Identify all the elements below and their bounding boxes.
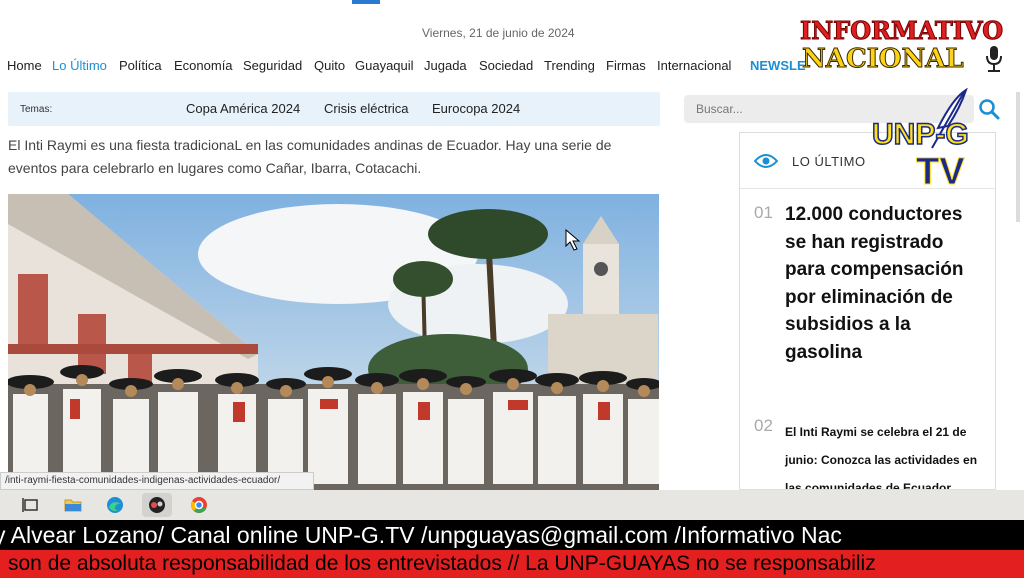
chrome-browser-button[interactable] [184, 493, 214, 517]
news-ticker-credits: y Alvear Lozano/ Canal online UNP-G.TV /… [0, 520, 1024, 550]
unp-logo-line-2: TV [916, 151, 965, 188]
unp-logo-line-1: UNP-G [872, 118, 969, 151]
latest-item-headline[interactable]: El Inti Raymi se celebra el 21 de junio:… [785, 418, 985, 489]
nav-item-home[interactable]: Home [7, 58, 42, 73]
nav-item-sociedad[interactable]: Sociedad [479, 58, 533, 73]
nav-item-trending[interactable]: Trending [544, 58, 595, 73]
informativo-nacional-logo: INFORMATIVO NACIONAL [799, 14, 1005, 78]
nav-item-seguridad[interactable]: Seguridad [243, 58, 302, 73]
nav-item-politica[interactable]: Política [119, 58, 162, 73]
topic-copa-america[interactable]: Copa América 2024 [186, 101, 300, 116]
edge-browser-button[interactable] [100, 493, 130, 517]
nav-item-internacional[interactable]: Internacional [657, 58, 731, 73]
browser-page: Viernes, 21 de junio de 2024 INFORMATIVO… [0, 0, 1024, 490]
edge-icon [107, 497, 123, 513]
article-photo[interactable] [8, 194, 659, 490]
nav-item-newsletter[interactable]: NEWSLE [750, 58, 806, 73]
unp-g-tv-logo: UNP-G TV [871, 88, 969, 188]
nav-item-firmas[interactable]: Firmas [606, 58, 646, 73]
latest-item-number: 01 [754, 203, 773, 222]
topic-crisis-electrica[interactable]: Crisis eléctrica [324, 101, 409, 116]
top-accent-bar [352, 0, 380, 4]
topics-label: Temas: [20, 104, 53, 115]
nav-item-lo-ultimo[interactable]: Lo Último [52, 58, 107, 73]
nav-item-quito[interactable]: Quito [314, 58, 345, 73]
task-view-icon [22, 498, 38, 512]
search-placeholder: Buscar... [696, 102, 743, 116]
nav-item-jugada[interactable]: Jugada [424, 58, 467, 73]
brand-line-1: INFORMATIVO [799, 16, 1004, 46]
brand-line-2: NACIONAL [802, 44, 965, 75]
nav-item-guayaquil[interactable]: Guayaquil [355, 58, 414, 73]
topics-bar: Temas: Copa América 2024 Crisis eléctric… [8, 92, 660, 126]
latest-item-headline[interactable]: 12.000 conductores se han registrado par… [785, 201, 985, 366]
status-bar-link: /inti-raymi-fiesta-comunidades-indigenas… [0, 472, 314, 490]
app-button[interactable] [142, 493, 172, 517]
scrollbar[interactable] [1016, 92, 1020, 222]
eye-icon [754, 154, 778, 168]
article-lede: El Inti Raymi es una fiesta tradicionaL … [8, 137, 612, 176]
header-date: Viernes, 21 de junio de 2024 [422, 26, 575, 40]
file-explorer-icon [64, 499, 82, 512]
chrome-icon [191, 497, 207, 513]
microphone-icon [986, 46, 1002, 72]
ticker-credits-text: y Alvear Lozano/ Canal online UNP-G.TV /… [0, 522, 842, 548]
main-nav: Home Lo Último Política Economía Segurid… [0, 58, 820, 78]
nav-item-economia[interactable]: Economía [174, 58, 233, 73]
latest-news-title: LO ÚLTIMO [792, 154, 866, 169]
latest-item-number: 02 [754, 416, 773, 435]
ticker-disclaimer-text: son de absoluta responsabilidad de los e… [8, 552, 876, 575]
task-view-button[interactable] [16, 493, 46, 517]
news-ticker-disclaimer: son de absoluta responsabilidad de los e… [0, 550, 1024, 578]
taskbar [0, 490, 1024, 520]
app-icon [149, 497, 165, 513]
inti-raymi-photo [8, 194, 659, 490]
topic-eurocopa[interactable]: Eurocopa 2024 [432, 101, 520, 116]
file-explorer-button[interactable] [58, 493, 88, 517]
